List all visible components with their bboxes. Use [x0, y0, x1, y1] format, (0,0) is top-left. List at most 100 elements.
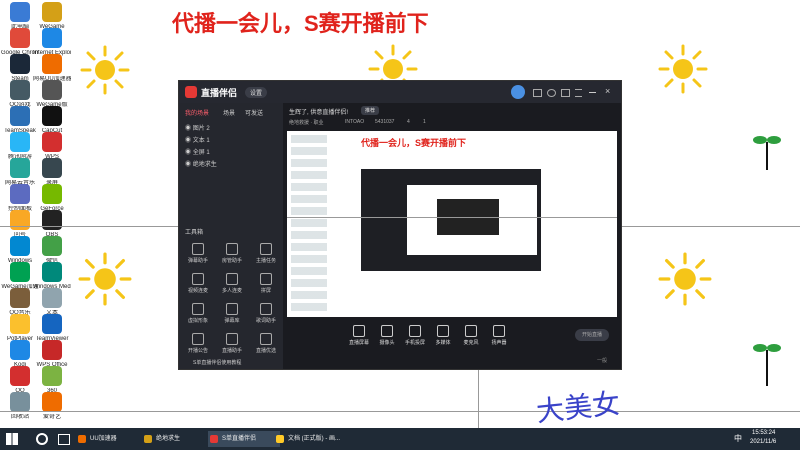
banner-title: 代播一会儿，S赛开播前下	[172, 11, 429, 36]
eye-icon[interactable]: ◉	[185, 162, 191, 168]
version-badge[interactable]: 设置	[245, 87, 268, 98]
desktop-icon[interactable]: WPS	[33, 132, 71, 161]
app-icon	[10, 340, 30, 360]
eye-icon[interactable]: ◉	[185, 150, 191, 156]
source-add-button[interactable]: 手机投屏	[403, 325, 427, 346]
desktop-icon[interactable]: 微信	[33, 236, 71, 265]
tab-my-scenes[interactable]: 我的场景	[185, 108, 209, 117]
desktop-icon[interactable]: Internet Explorer	[33, 28, 71, 57]
desktop-icon[interactable]: 录屏	[33, 158, 71, 187]
app-logo-text: 直播伴侣	[201, 88, 238, 98]
desktop-icon[interactable]: 文本	[33, 288, 71, 317]
tool-button[interactable]: 歌词助手	[253, 303, 279, 324]
eye-icon[interactable]: ◉	[185, 126, 191, 132]
source-button-label: 手机投屏	[404, 340, 425, 346]
desktop-icon[interactable]: TeamViewer	[33, 314, 71, 343]
tool-button[interactable]: 多人连麦	[219, 273, 245, 294]
close-icon[interactable]: ×	[605, 86, 610, 96]
clock-date[interactable]: 2021/11/6	[750, 439, 776, 445]
preview-banner: 代播一会儿，S赛开播前下	[361, 138, 467, 148]
settings-icon[interactable]	[547, 89, 556, 97]
taskbar-app[interactable]: S单直播伴侣	[208, 431, 280, 447]
task-view-icon[interactable]	[58, 434, 70, 445]
preview-icons	[291, 135, 327, 315]
tool-label: 虚拟形象	[187, 318, 208, 324]
desktop-icon[interactable]: WeGame版	[33, 80, 71, 109]
tool-icon	[260, 303, 272, 315]
taskbar-app[interactable]: UU加速器	[76, 431, 148, 447]
preview-inner-window	[361, 169, 541, 271]
desktop-icon[interactable]: WPS Office	[33, 340, 71, 369]
sun-icon	[78, 252, 132, 306]
tool-button[interactable]: 开播公告	[185, 333, 211, 354]
tool-label: 开播公告	[187, 348, 208, 354]
search-icon[interactable]	[36, 433, 48, 445]
app-icon	[10, 28, 30, 48]
preview-inner-canvas	[407, 185, 537, 255]
tool-button[interactable]: 视频连麦	[185, 273, 211, 294]
tool-button[interactable]: 直播助手	[219, 333, 245, 354]
tab-scenes[interactable]: 场景	[223, 108, 235, 117]
source-add-button[interactable]: 摄像头	[375, 325, 399, 346]
taskbar-app-label: S单直播伴侣	[222, 436, 257, 442]
divider-line	[478, 368, 479, 428]
tool-button[interactable]: 弹幕助手	[185, 243, 211, 264]
eye-icon[interactable]: ◉	[185, 138, 191, 144]
taskbar: UU加速器 绝地求生 S单直播伴侣 文档 (正式版) - 画... 中 15:53:2…	[0, 428, 800, 450]
tool-button[interactable]: 虚拟形象	[185, 303, 211, 324]
app-icon	[10, 366, 30, 386]
desktop-icon[interactable]: OBS	[33, 210, 71, 239]
source-icon	[493, 325, 505, 337]
app-icon	[10, 288, 30, 308]
skin-icon[interactable]	[561, 89, 570, 97]
taskbar-app[interactable]: 绝地求生	[142, 431, 214, 447]
menu-icon[interactable]	[575, 89, 582, 97]
avatar[interactable]	[511, 85, 525, 99]
status-message: 生辉了, 供意直播伴侣!	[289, 110, 349, 116]
quality-label: 一般	[597, 358, 608, 364]
desktop-icon[interactable]: Windows Media	[33, 262, 71, 291]
desktop-icon[interactable]: 360	[33, 366, 71, 395]
taskbar-app-icon	[144, 435, 152, 443]
desktop-icon[interactable]: GeForce	[33, 184, 71, 213]
source-item[interactable]: ◉ 全屏 1	[185, 147, 210, 156]
source-item[interactable]: ◉ 图片 2	[185, 123, 210, 132]
source-item[interactable]: ◉ 绝地求生	[185, 159, 217, 168]
tool-label: 直播助手	[221, 348, 242, 354]
preview-canvas[interactable]: 代播一会儿，S赛开播前下	[287, 131, 617, 317]
source-add-button[interactable]: 多媒体	[431, 325, 455, 346]
app-icon	[10, 314, 30, 334]
start-live-button[interactable]: 开始直播	[575, 329, 609, 341]
status-tag[interactable]: 推荐	[361, 106, 380, 115]
source-add-button[interactable]: 扬声器	[487, 325, 511, 346]
tool-button[interactable]: 弹幕库	[219, 303, 245, 324]
source-add-button[interactable]: 麦克风	[459, 325, 483, 346]
tool-label: 弹幕库	[224, 318, 240, 324]
message-icon[interactable]	[533, 89, 542, 97]
desktop-icon-label: 爱奇艺	[42, 414, 61, 420]
app-icon	[10, 184, 30, 204]
tab-sendable[interactable]: 可发送	[245, 108, 263, 117]
streaming-app-window: 直播伴侣 设置 × 我的场景 场景 可发送 ◉ 图片 2 ◉ 文本 1 ◉ 全屏…	[178, 80, 622, 370]
language-indicator[interactable]: 中	[734, 433, 742, 444]
desktop-icon[interactable]: 爱奇艺	[33, 392, 71, 421]
desktop-icon[interactable]: WeGame	[33, 2, 71, 31]
app-icon	[42, 106, 62, 126]
tool-button[interactable]: 主播任务	[253, 243, 279, 264]
windows-start-icon[interactable]	[6, 433, 18, 445]
desktop-icon[interactable]: CapCut	[33, 106, 71, 135]
desktop-icon[interactable]: 网易UU加速器	[33, 54, 71, 83]
tool-button[interactable]: 拼屏	[253, 273, 279, 294]
source-item[interactable]: ◉ 文本 1	[185, 135, 210, 144]
taskbar-app[interactable]: 文档 (正式版) - 画...	[274, 431, 346, 447]
tutorial-notice[interactable]: S单直播伴侣使用教程	[193, 359, 241, 366]
minimize-icon[interactable]	[589, 92, 596, 93]
source-add-button[interactable]: 直播屏幕	[347, 325, 371, 346]
tool-button[interactable]: 直播优选	[253, 333, 279, 354]
source-label: 图片 2	[192, 126, 210, 132]
app-icon	[10, 132, 30, 152]
app-icon	[10, 210, 30, 230]
clock-time[interactable]: 15:53:24	[752, 430, 775, 436]
app-icon	[10, 106, 30, 126]
tool-button[interactable]: 房管助手	[219, 243, 245, 264]
